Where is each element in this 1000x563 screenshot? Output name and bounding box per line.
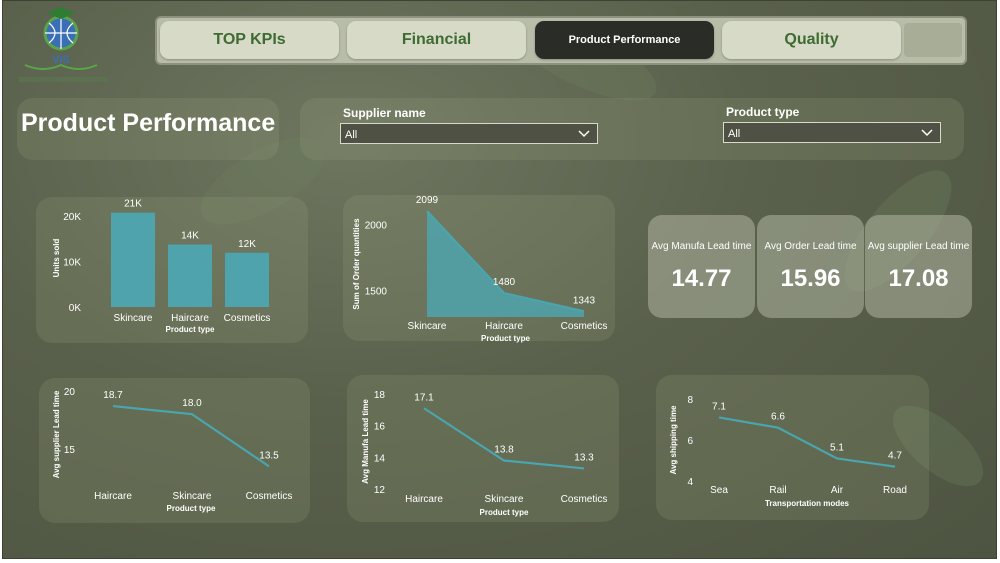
shipping-line-chart: 4 6 8 Avg shipping time 7.1 6.6 5.1 4.7 Sea Rail A… <box>669 395 907 508</box>
data-label: 6.6 <box>771 412 785 423</box>
data-label: 4.7 <box>888 451 902 462</box>
y-tick-label: 8 <box>687 395 693 406</box>
y-tick-label: 6 <box>687 436 693 447</box>
dashboard-canvas: VIS TOP KPIs Financial Product Performan… <box>2 0 997 559</box>
y-tick-label: 4 <box>687 477 693 488</box>
x-tick-label: Road <box>883 485 907 496</box>
x-tick-label: Rail <box>769 485 786 496</box>
x-axis-title: Transportation modes <box>765 499 850 508</box>
data-label: 5.1 <box>830 442 844 453</box>
data-label: 7.1 <box>712 401 726 412</box>
x-tick-label: Air <box>831 485 844 496</box>
x-tick-label: Sea <box>710 485 728 496</box>
y-axis-title: Avg shipping time <box>669 405 678 475</box>
series-line <box>718 416 896 468</box>
